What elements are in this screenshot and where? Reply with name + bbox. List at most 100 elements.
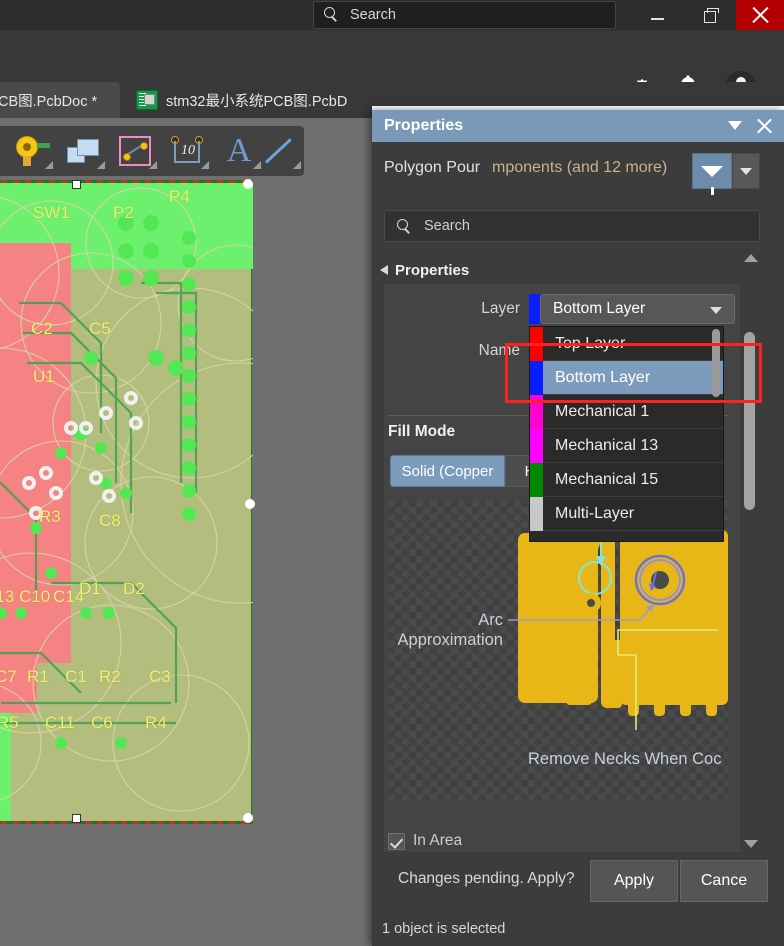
scroll-down-icon[interactable] [744,840,758,848]
place-dimension-button[interactable]: 10 [162,130,212,172]
layer-dropdown-list[interactable]: Top Layer Bottom Layer Mechanical 1 Mech… [529,326,724,542]
account-bar [0,30,784,82]
dropdown-option-label: Bottom Layer [543,369,650,387]
dropdown-scrollbar-thumb[interactable] [712,329,720,397]
panel-scrollbar[interactable] [740,252,760,850]
polygon-pour-illustration: Remove Islands Less T [388,500,728,800]
in-area-label: In Area [413,832,462,850]
dropdown-option-bottom-layer[interactable]: Bottom Layer [530,361,723,395]
designator: C13 [0,587,14,607]
designator: R4 [145,713,167,733]
selection-handle[interactable] [245,499,255,509]
dropdown-corner-icon[interactable] [201,161,209,169]
properties-section-header[interactable]: Properties [380,258,770,282]
chevron-down-icon[interactable] [710,307,722,314]
layer-color-swatch [530,327,543,361]
arc-approximation-caption-line2: Approximation [398,631,503,649]
designator: R3 [39,507,61,527]
apply-button[interactable]: Apply [590,860,678,902]
pcb-placement-toolbar: 10 A [0,126,304,176]
fill-mode-solid-option[interactable]: Solid (Copper [390,455,505,487]
in-area-row[interactable]: In Area [388,830,688,852]
object-kind-label: Polygon Pour [384,159,480,177]
selection-handle[interactable] [243,179,253,189]
designator: P4 [169,187,190,207]
dropdown-option-mechanical-15[interactable]: Mechanical 15 [530,463,723,497]
pcb-document-icon [136,90,158,110]
selection-handle[interactable] [243,813,253,823]
designator: SW1 [33,203,70,223]
dropdown-corner-icon[interactable] [149,161,157,169]
dropdown-scrollbar[interactable] [712,329,720,539]
close-button[interactable] [736,0,784,30]
track-icon [119,136,151,166]
global-search-box[interactable]: Search [313,1,616,29]
designator: U1 [33,367,55,387]
arc-approximation-caption: Arc Approximation [388,610,503,650]
dropdown-option-label: Mechanical 15 [543,471,658,489]
place-line-button[interactable] [254,130,304,172]
dropdown-corner-icon[interactable] [293,161,301,169]
chevron-down-icon[interactable] [728,121,742,130]
designator: R5 [0,713,19,733]
in-area-checkbox[interactable] [388,833,405,850]
selection-handle[interactable] [72,180,81,189]
panel-search-input[interactable]: Search [384,210,760,242]
designator: C3 [149,667,171,687]
app-root: Search CB图.PcbDoc * stm32最小系统PCB [0,0,784,946]
layer-combobox[interactable]: Bottom Layer [540,294,735,324]
dropdown-option-multi-layer[interactable]: Multi-Layer [530,497,723,531]
status-bar: 1 object is selected [372,912,784,946]
properties-panel-header[interactable]: Properties [372,110,784,142]
selection-handle[interactable] [72,814,81,823]
place-polygon-button[interactable] [58,130,108,172]
object-summary-row: Polygon Pour mponents (and 12 more) [372,142,784,194]
designator: D2 [123,579,145,599]
dropdown-option-mechanical-13[interactable]: Mechanical 13 [530,429,723,463]
restore-button[interactable] [687,0,735,30]
pcb-canvas[interactable]: Y2 SW1 P2 P4 C2 C5 U1 C9 R3 C8 C12 C13 C… [0,176,372,946]
designator: C11 [45,713,75,733]
close-icon [751,6,769,24]
place-pad-button[interactable] [6,130,56,172]
minimize-button[interactable] [633,0,681,30]
pcb-traces-overlay [0,183,253,823]
designator: C5 [89,319,111,339]
scroll-up-icon[interactable] [744,254,758,262]
layer-color-swatch [530,361,543,395]
chevron-down-icon [740,168,752,175]
fill-mode-solid-label: Solid (Copper [402,463,494,480]
dimension-value-label: 10 [177,143,199,159]
dropdown-option-mechanical-1[interactable]: Mechanical 1 [530,395,723,429]
cancel-button-label: Cance [701,872,747,890]
search-icon [324,7,340,23]
panel-title: Properties [384,117,463,135]
minimize-icon [651,18,664,20]
filter-dropdown-button[interactable] [732,153,760,189]
panel-scrollbar-thumb[interactable] [744,332,755,510]
remove-necks-caption: Remove Necks When Coc [528,750,721,769]
document-tab[interactable]: CB图.PcbDoc * [0,82,120,118]
place-track-button[interactable] [110,130,160,172]
layer-combobox-value: Bottom Layer [553,300,645,318]
dropdown-option-top-layer[interactable]: Top Layer [530,327,723,361]
pad-via-icon [14,135,48,167]
global-search-placeholder: Search [350,7,396,23]
filter-button[interactable] [692,153,732,189]
dropdown-option-label: Top Layer [543,335,625,353]
designator: R1 [27,667,49,687]
dropdown-option-label: Multi-Layer [543,505,634,523]
cancel-button[interactable]: Cance [680,860,768,902]
section-label: Properties [395,262,469,279]
dropdown-corner-icon[interactable] [45,161,53,169]
document-tab-label: stm32最小系统PCB图.PcbD [166,90,347,111]
close-icon[interactable] [756,118,772,134]
pcb-board[interactable]: Y2 SW1 P2 P4 C2 C5 U1 C9 R3 C8 C12 C13 C… [0,182,252,822]
title-bar: Search [0,0,784,30]
dropdown-corner-icon[interactable] [97,161,105,169]
object-count-label: mponents (and 12 more) [492,159,667,177]
polygon-icon [67,139,99,163]
designator: C10 [19,587,50,607]
dropdown-option-label: Mechanical 13 [543,437,658,455]
document-tab-label: CB图.PcbDoc * [0,90,97,111]
